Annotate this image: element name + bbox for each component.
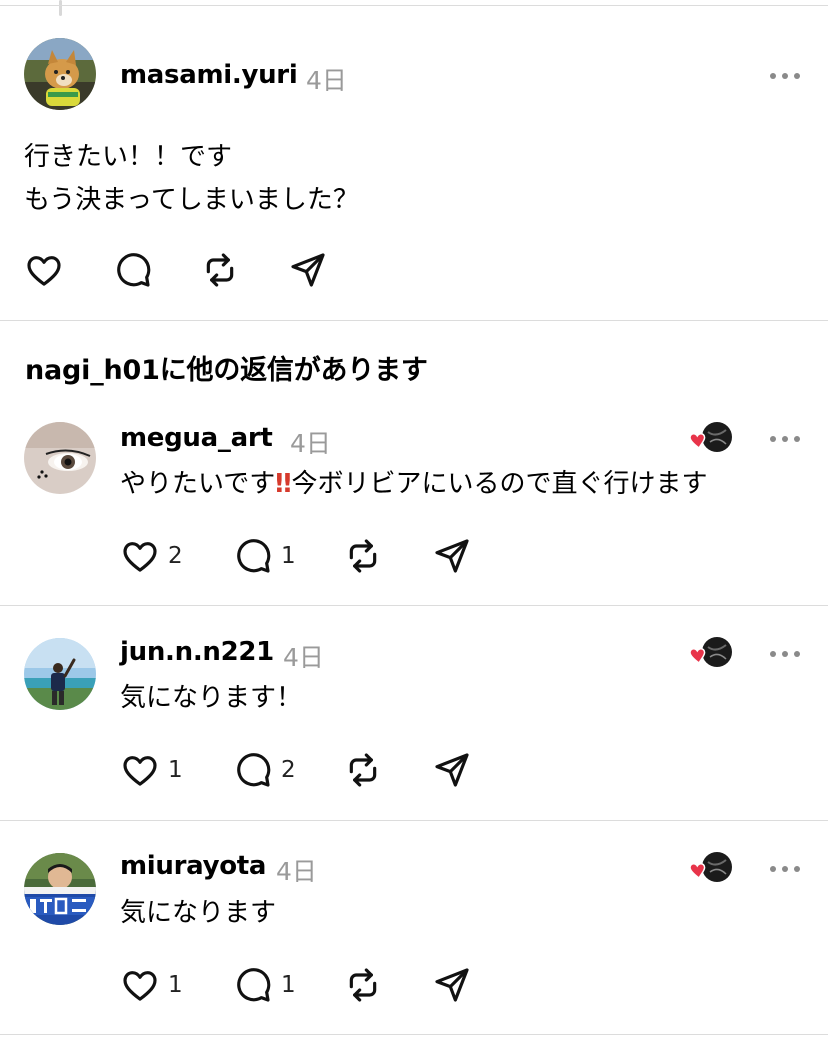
comment-icon bbox=[237, 753, 271, 787]
divider bbox=[0, 820, 828, 821]
share-button[interactable] bbox=[432, 965, 472, 1005]
repost-icon bbox=[206, 253, 234, 287]
heart-icon bbox=[123, 971, 157, 1001]
timestamp: 4日 bbox=[283, 643, 324, 672]
timestamp: 4日 bbox=[306, 66, 347, 95]
comment-icon bbox=[237, 968, 271, 1002]
avatar[interactable] bbox=[24, 638, 96, 710]
like-count: 1 bbox=[168, 972, 183, 998]
share-button[interactable] bbox=[288, 250, 328, 290]
comment-count: 1 bbox=[281, 972, 296, 998]
more-options-button[interactable] bbox=[770, 649, 800, 659]
divider bbox=[0, 1034, 828, 1035]
avatar[interactable] bbox=[24, 853, 96, 925]
comment-icon bbox=[237, 539, 271, 573]
username[interactable]: jun.n.n221 bbox=[120, 637, 274, 667]
send-icon bbox=[435, 539, 469, 573]
heart-icon bbox=[123, 542, 157, 572]
more-options-button[interactable] bbox=[770, 434, 800, 444]
send-icon bbox=[435, 753, 469, 787]
double-exclamation-emoji: ‼ bbox=[275, 469, 291, 499]
share-button[interactable] bbox=[432, 750, 472, 790]
divider bbox=[0, 320, 828, 321]
heart-icon bbox=[689, 433, 706, 450]
liked-by-author-indicator bbox=[686, 850, 736, 886]
comment-button[interactable] bbox=[113, 250, 153, 290]
comment-count: 2 bbox=[281, 757, 296, 783]
like-button[interactable]: 2 bbox=[120, 536, 183, 576]
reply-text: 気になります！ bbox=[120, 683, 303, 713]
liked-by-author-indicator bbox=[686, 635, 736, 671]
reply-text: 気になります bbox=[120, 898, 277, 928]
share-button[interactable] bbox=[432, 536, 472, 576]
send-icon bbox=[435, 968, 469, 1002]
username[interactable]: masami.yuri bbox=[120, 60, 298, 90]
more-options-button[interactable] bbox=[770, 864, 800, 874]
comment-count: 1 bbox=[281, 543, 296, 569]
more-replies-header[interactable]: nagi_h01に他の返信があります bbox=[25, 348, 428, 387]
more-options-button[interactable] bbox=[770, 71, 800, 81]
like-count: 2 bbox=[168, 543, 183, 569]
divider bbox=[0, 5, 828, 6]
timestamp: 4日 bbox=[290, 429, 331, 458]
repost-icon bbox=[349, 753, 377, 787]
username[interactable]: miurayota bbox=[120, 851, 266, 881]
username[interactable]: megua_art bbox=[120, 423, 273, 453]
thread-connector-line bbox=[59, 0, 62, 16]
avatar[interactable] bbox=[24, 38, 96, 110]
send-icon bbox=[291, 253, 325, 287]
repost-button[interactable] bbox=[343, 536, 383, 576]
reply-text: やりたいです‼ 今ボリビアにいるので直ぐ行けます bbox=[120, 463, 708, 505]
repost-icon bbox=[349, 968, 377, 1002]
reply-text-part: やりたいです bbox=[120, 469, 276, 499]
post-text-line: もう決まってしまいました？ bbox=[24, 185, 359, 215]
like-button[interactable]: 1 bbox=[120, 750, 183, 790]
heart-icon bbox=[123, 756, 157, 786]
like-button[interactable] bbox=[24, 250, 64, 290]
timestamp: 4日 bbox=[276, 857, 317, 886]
liked-by-author-indicator bbox=[686, 420, 736, 456]
comment-button[interactable]: 1 bbox=[233, 536, 296, 576]
repost-button[interactable] bbox=[343, 965, 383, 1005]
comment-button[interactable]: 1 bbox=[233, 965, 296, 1005]
post-text-line: 行きたい！！です bbox=[24, 142, 233, 172]
repost-button[interactable] bbox=[200, 250, 240, 290]
heart-icon bbox=[689, 863, 706, 880]
avatar[interactable] bbox=[24, 422, 96, 494]
like-button[interactable]: 1 bbox=[120, 965, 183, 1005]
repost-button[interactable] bbox=[343, 750, 383, 790]
reply-text-part: 今ボリビアにいるので直ぐ行けます bbox=[291, 469, 708, 499]
divider bbox=[0, 605, 828, 606]
comment-icon bbox=[117, 253, 151, 287]
heart-icon bbox=[689, 648, 706, 665]
repost-icon bbox=[349, 539, 377, 573]
like-count: 1 bbox=[168, 757, 183, 783]
comment-button[interactable]: 2 bbox=[233, 750, 296, 790]
heart-icon bbox=[27, 256, 61, 286]
